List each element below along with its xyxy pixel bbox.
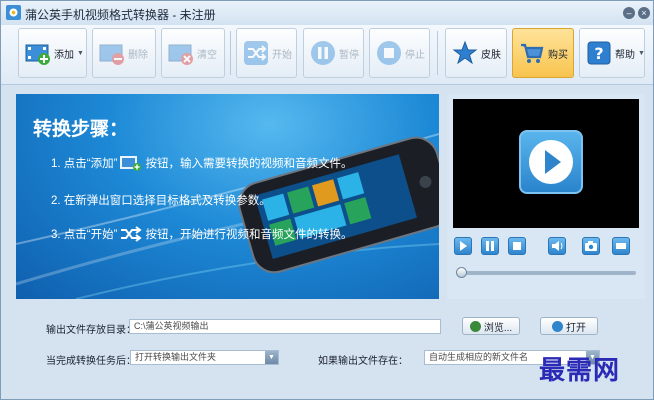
step-2: 2. 在新弹出窗口选择目标格式及转换参数。: [51, 192, 271, 208]
stop-icon: [377, 41, 401, 65]
step-2-text: 2. 在新弹出窗口选择目标格式及转换参数。: [51, 195, 271, 207]
window-title: 蒲公英手机视频格式转换器 - 未注册: [25, 8, 216, 22]
seek-handle[interactable]: [456, 267, 467, 278]
dandelion-app-icon: [6, 5, 21, 20]
buy-button[interactable]: 购买: [512, 28, 574, 78]
play-circle-icon: [529, 140, 573, 184]
minimize-icon: –: [626, 8, 632, 18]
shopping-cart-icon: [521, 43, 544, 63]
svg-text:?: ?: [594, 44, 603, 63]
stop-button-label: 停止: [405, 49, 425, 61]
chevron-down-icon: ▼: [265, 351, 278, 364]
pause-button-label: 暂停: [339, 49, 359, 61]
dropdown-caret-icon: ▼: [77, 49, 84, 57]
open-folder-button[interactable]: 打开: [540, 317, 598, 335]
clear-button-label: 清空: [197, 49, 217, 61]
if-exists-value: 自动生成相应的新文件名: [429, 352, 529, 362]
after-task-label: 当完成转换任务后：: [46, 356, 136, 367]
clear-list-icon: [168, 44, 193, 65]
video-preview[interactable]: [453, 99, 639, 228]
output-dir-label: 输出文件存放目录：: [46, 325, 136, 336]
title-bar: 蒲公英手机视频格式转换器 - 未注册 – ×: [1, 1, 653, 25]
add-video-icon: [25, 44, 50, 65]
fullscreen-icon: [616, 243, 626, 249]
delete-button[interactable]: 删除: [92, 28, 156, 78]
play-icon: [460, 241, 467, 251]
stop-button[interactable]: 停止: [369, 28, 430, 78]
buy-button-label: 购买: [548, 49, 568, 61]
step-1-text-end: 按钮，输入需要转换的视频和音频文件。: [145, 158, 353, 170]
star-icon: [452, 40, 478, 65]
dropdown-caret-icon: ▼: [638, 49, 645, 57]
fullscreen-button[interactable]: [612, 237, 630, 255]
step-3-text-end: 按钮，开始进行视频和音频文件的转换。: [145, 229, 353, 241]
if-exists-label: 如果输出文件存在：: [318, 356, 408, 367]
close-icon: ×: [641, 8, 647, 18]
open-button-label: 打开: [566, 322, 586, 334]
stop-icon: [513, 242, 521, 250]
seek-bar[interactable]: [460, 271, 636, 275]
pause-player-button[interactable]: [481, 237, 499, 255]
camera-icon: [585, 241, 597, 251]
shuffle-convert-icon: [121, 226, 143, 242]
start-button[interactable]: 开始: [236, 28, 297, 78]
step-3-text-start: 3. 点击“开始”: [51, 229, 118, 241]
stop-player-button[interactable]: [508, 237, 526, 255]
help-button[interactable]: ? 帮助 ▼: [579, 28, 645, 78]
pause-button[interactable]: 暂停: [303, 28, 364, 78]
site-watermark: 最需网: [539, 356, 621, 386]
folder-browse-icon: [469, 320, 481, 332]
add-button[interactable]: 添加 ▼: [18, 28, 87, 78]
shuffle-convert-icon: [244, 41, 268, 65]
add-video-icon: [120, 156, 142, 171]
step-3: 3. 点击“开始” 按钮，开始进行视频和音频文件的转换。: [51, 226, 352, 242]
pause-icon: [311, 41, 335, 65]
step-1: 1. 点击“添加” 按钮，输入需要转换的视频和音频文件。: [51, 155, 352, 171]
app-window: 蒲公英手机视频格式转换器 - 未注册 – × 添加 ▼ 删除 清空 开始 暂停 …: [0, 0, 654, 400]
browse-button-label: 浏览...: [483, 322, 513, 334]
close-button[interactable]: ×: [638, 7, 650, 19]
help-button-label: 帮助: [615, 49, 635, 61]
speaker-icon: [552, 241, 563, 251]
pause-icon: [486, 241, 494, 251]
open-folder-icon: [552, 320, 563, 332]
steps-title: 转换步骤：: [33, 119, 129, 140]
delete-video-icon: [99, 44, 124, 65]
play-overlay-button[interactable]: [519, 130, 583, 194]
toolbar-separator: [437, 31, 438, 75]
after-task-value: 打开转换输出文件夹: [135, 352, 217, 362]
skin-button[interactable]: 皮肤: [445, 28, 507, 78]
browse-button[interactable]: 浏览...: [462, 317, 520, 335]
start-button-label: 开始: [272, 49, 292, 61]
snapshot-button[interactable]: [582, 237, 600, 255]
output-dir-input[interactable]: C:\蒲公英视频输出: [129, 319, 441, 334]
toolbar-separator: [230, 31, 231, 75]
after-task-select[interactable]: 打开转换输出文件夹 ▼: [130, 350, 279, 365]
delete-button-label: 删除: [128, 49, 148, 61]
toolbar: 添加 ▼ 删除 清空 开始 暂停 停止 皮肤 购买 ? 帮助 ▼: [1, 25, 653, 85]
help-question-icon: ?: [587, 41, 611, 65]
conversion-steps-banner: 转换步骤： 1. 点击“添加” 按钮，输入需要转换的视频和音频文件。 2. 在新…: [16, 94, 439, 299]
preview-player: [447, 94, 645, 299]
play-button[interactable]: [454, 237, 472, 255]
step-1-text-start: 1. 点击“添加”: [51, 158, 118, 170]
add-button-label: 添加: [54, 49, 74, 61]
skin-button-label: 皮肤: [481, 49, 501, 61]
clear-button[interactable]: 清空: [161, 28, 225, 78]
minimize-button[interactable]: –: [623, 7, 635, 19]
volume-button[interactable]: [548, 237, 566, 255]
